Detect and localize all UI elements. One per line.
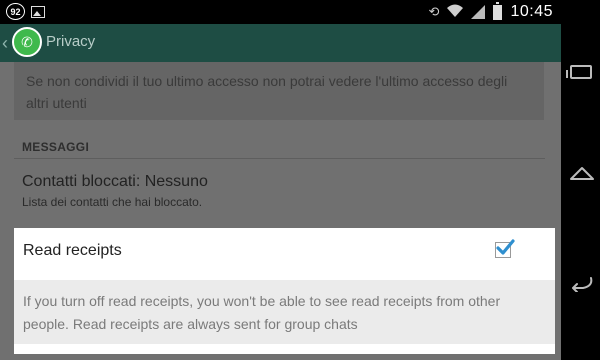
page-title: Privacy bbox=[46, 33, 96, 50]
up-navigation-icon[interactable]: ‹ bbox=[2, 33, 8, 54]
image-icon bbox=[31, 5, 45, 18]
navigation-bar bbox=[561, 0, 600, 360]
rotate-icon: ⟲ bbox=[428, 4, 440, 19]
checkmark-icon bbox=[496, 239, 515, 255]
badge-count: 92 bbox=[10, 6, 21, 17]
read-receipts-label[interactable]: Read receipts bbox=[23, 242, 122, 260]
battery-icon bbox=[493, 1, 503, 20]
whatsapp-logo-icon[interactable]: ✆ bbox=[12, 27, 42, 57]
read-receipts-description: If you turn off read receipts, you won't… bbox=[14, 280, 555, 344]
action-bar: ‹ ✆ Privacy bbox=[0, 24, 561, 62]
blocked-contacts-subtitle: Lista dei contatti che hai bloccato. bbox=[22, 195, 203, 209]
blocked-contacts-title: Contatti bloccati: Nessuno bbox=[22, 173, 208, 190]
wifi-icon bbox=[447, 4, 464, 21]
back-icon[interactable] bbox=[569, 274, 595, 292]
read-receipts-checkbox[interactable] bbox=[495, 239, 515, 258]
section-header-messages: MESSAGGI bbox=[22, 140, 90, 154]
last-seen-description: Se non condividi il tuo ultimo accesso n… bbox=[14, 62, 544, 120]
notification-badge-icon: 92 bbox=[6, 3, 25, 20]
status-bar: 92 ⟲ 10:45 bbox=[0, 0, 561, 24]
read-receipts-panel: Read receipts If you turn off read recei… bbox=[14, 228, 555, 354]
phone-screen: 92 ⟲ 10:45 ‹ ✆ Privacy Se non condividi … bbox=[0, 0, 561, 360]
recent-apps-icon[interactable] bbox=[566, 65, 592, 79]
home-icon[interactable] bbox=[569, 165, 595, 181]
signal-icon bbox=[471, 5, 486, 19]
clock: 10:45 bbox=[510, 3, 553, 20]
section-divider bbox=[14, 158, 545, 159]
